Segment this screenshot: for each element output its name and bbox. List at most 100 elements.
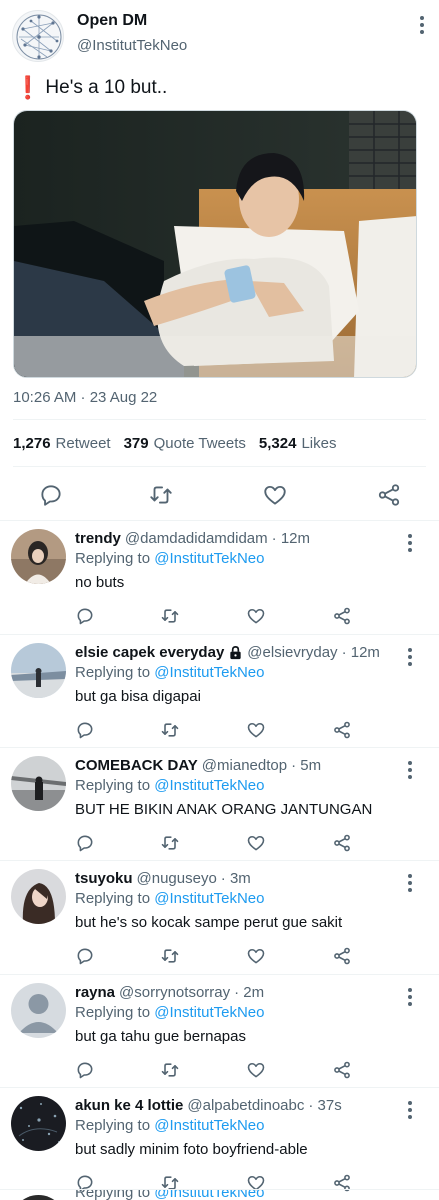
author-avatar[interactable] — [12, 10, 64, 62]
tweet-stats: 1,276 Retweet 379 Quote Tweets 5,324 Likes — [13, 435, 336, 452]
avatar[interactable] — [11, 869, 66, 924]
protected-lock-icon — [230, 646, 241, 660]
reply-author-handle[interactable]: @mianedtop — [202, 757, 287, 774]
reply-icon[interactable] — [75, 946, 95, 966]
partial-reply: Replying to @InstitutTekNeo — [0, 1189, 439, 1200]
quote-tweets-stat[interactable]: 379 Quote Tweets — [124, 435, 246, 452]
reply-author-name[interactable]: rayna — [75, 984, 115, 1001]
more-options-icon[interactable] — [419, 16, 425, 34]
divider — [13, 466, 426, 467]
avatar[interactable] — [11, 983, 66, 1038]
replying-to-link[interactable]: @InstitutTekNeo — [154, 550, 264, 567]
share-icon[interactable] — [332, 833, 352, 853]
reply-header: tsuyoku @nuguseyo · 3m — [75, 870, 405, 887]
more-options-icon[interactable] — [408, 1101, 412, 1119]
like-icon[interactable] — [246, 720, 266, 740]
reply-item[interactable]: akun ke 4 lottie @alpabetdinoabc · 37s Repl… — [0, 1087, 439, 1200]
retweet-icon[interactable] — [160, 833, 180, 853]
reply-item[interactable]: rayna @sorrynotsorray · 2m Replying to @Ins… — [0, 974, 439, 1088]
tweet-text: ❗ He's a 10 but.. — [14, 75, 167, 101]
reply-author-name[interactable]: akun ke 4 lottie — [75, 1097, 183, 1114]
replying-to-text: Replying to @InstitutTekNeo — [75, 1189, 265, 1200]
reply-time[interactable]: · 12m — [342, 644, 380, 661]
reply-author-handle[interactable]: @damdadidamdidam — [125, 530, 268, 547]
like-icon[interactable] — [246, 946, 266, 966]
likes-stat[interactable]: 5,324 Likes — [259, 435, 337, 452]
reply-item[interactable]: tsuyoku @nuguseyo · 3m Replying to @Institu… — [0, 860, 439, 974]
avatar[interactable] — [11, 529, 66, 584]
retweet-stat[interactable]: 1,276 Retweet — [13, 435, 111, 452]
reply-text: BUT HE BIKIN ANAK ORANG JANTUNGAN — [75, 801, 373, 818]
reply-item[interactable]: elsie capek everyday @elsievryday · 12m Rep… — [0, 634, 439, 748]
replying-to-link[interactable]: @InstitutTekNeo — [154, 1004, 264, 1021]
more-options-icon[interactable] — [408, 534, 412, 552]
share-icon[interactable] — [376, 482, 402, 508]
like-icon[interactable] — [246, 606, 266, 626]
replying-to-link[interactable]: @InstitutTekNeo — [154, 664, 264, 681]
replying-to-link[interactable]: @InstitutTekNeo — [154, 890, 264, 907]
share-icon[interactable] — [332, 720, 352, 740]
divider — [13, 419, 426, 420]
more-options-icon[interactable] — [408, 988, 412, 1006]
reply-author-name[interactable]: elsie capek everyday — [75, 644, 224, 661]
reply-item[interactable]: COMEBACK DAY @mianedtop · 5m Replying to @I… — [0, 747, 439, 861]
reply-time[interactable]: · 3m — [221, 870, 251, 887]
author-name[interactable]: Open DM — [77, 12, 147, 30]
reply-author-name[interactable]: tsuyoku — [75, 870, 133, 887]
exclamation-emoji: ❗ — [14, 75, 42, 100]
reply-author-name[interactable]: COMEBACK DAY — [75, 757, 198, 774]
reply-icon[interactable] — [75, 1060, 95, 1080]
reply-author-handle[interactable]: @nuguseyo — [137, 870, 217, 887]
author-handle[interactable]: @InstitutTekNeo — [77, 37, 187, 54]
retweet-icon[interactable] — [160, 946, 180, 966]
share-icon[interactable] — [332, 606, 352, 626]
tweet-timestamp[interactable]: 10:26 AM · 23 Aug 22 — [13, 389, 157, 406]
more-options-icon[interactable] — [408, 761, 412, 779]
reply-text: no buts — [75, 574, 125, 591]
reply-text: but he's so kocak sampe perut gue sakit — [75, 914, 343, 931]
man-on-bed-photo — [14, 111, 416, 377]
avatar[interactable] — [11, 1096, 66, 1151]
reply-icon[interactable] — [75, 606, 95, 626]
reply-time[interactable]: · 5m — [291, 757, 321, 774]
retweet-icon[interactable] — [160, 720, 180, 740]
like-icon[interactable] — [246, 1060, 266, 1080]
reply-author-name[interactable]: trendy — [75, 530, 121, 547]
replying-to-link[interactable]: @InstitutTekNeo — [154, 777, 264, 794]
replying-to-text: Replying to @InstitutTekNeo — [75, 1117, 265, 1134]
reply-text: but sadly minim foto boyfriend-able — [75, 1141, 308, 1158]
reply-header: elsie capek everyday @elsievryday · 12m — [75, 644, 405, 661]
avatar[interactable] — [11, 643, 66, 698]
reply-header: trendy @damdadidamdidam · 12m — [75, 530, 405, 547]
reply-icon[interactable] — [75, 833, 95, 853]
reply-icon[interactable] — [38, 482, 64, 508]
reply-time[interactable]: · 37s — [308, 1097, 341, 1114]
share-icon[interactable] — [332, 1060, 352, 1080]
reply-author-handle[interactable]: @elsievryday — [247, 644, 337, 661]
tweet-photo[interactable] — [13, 110, 417, 378]
share-icon[interactable] — [332, 946, 352, 966]
reply-author-handle[interactable]: @alpabetdinoabc — [187, 1097, 304, 1114]
reply-icon[interactable] — [75, 720, 95, 740]
like-icon[interactable] — [262, 482, 288, 508]
reply-header: akun ke 4 lottie @alpabetdinoabc · 37s — [75, 1097, 405, 1114]
more-options-icon[interactable] — [408, 648, 412, 666]
reply-item[interactable]: trendy @damdadidamdidam · 12m Replying to @… — [0, 520, 439, 634]
tweet-action-bar — [0, 482, 439, 508]
retweet-icon[interactable] — [148, 482, 174, 508]
like-icon[interactable] — [246, 833, 266, 853]
avatar[interactable] — [11, 1195, 66, 1200]
replying-to-text: Replying to @InstitutTekNeo — [75, 550, 265, 567]
more-options-icon[interactable] — [408, 874, 412, 892]
reply-author-handle[interactable]: @sorrynotsorray — [119, 984, 230, 1001]
reply-time[interactable]: · 2m — [234, 984, 264, 1001]
retweet-icon[interactable] — [160, 606, 180, 626]
replying-to-link[interactable]: @InstitutTekNeo — [154, 1117, 264, 1134]
network-logo-icon — [16, 14, 62, 60]
avatar[interactable] — [11, 756, 66, 811]
reply-time[interactable]: · 12m — [272, 530, 310, 547]
retweet-icon[interactable] — [160, 1060, 180, 1080]
reply-header: COMEBACK DAY @mianedtop · 5m — [75, 757, 405, 774]
replying-to-text: Replying to @InstitutTekNeo — [75, 1004, 265, 1021]
reply-text: but ga bisa digapai — [75, 688, 201, 705]
